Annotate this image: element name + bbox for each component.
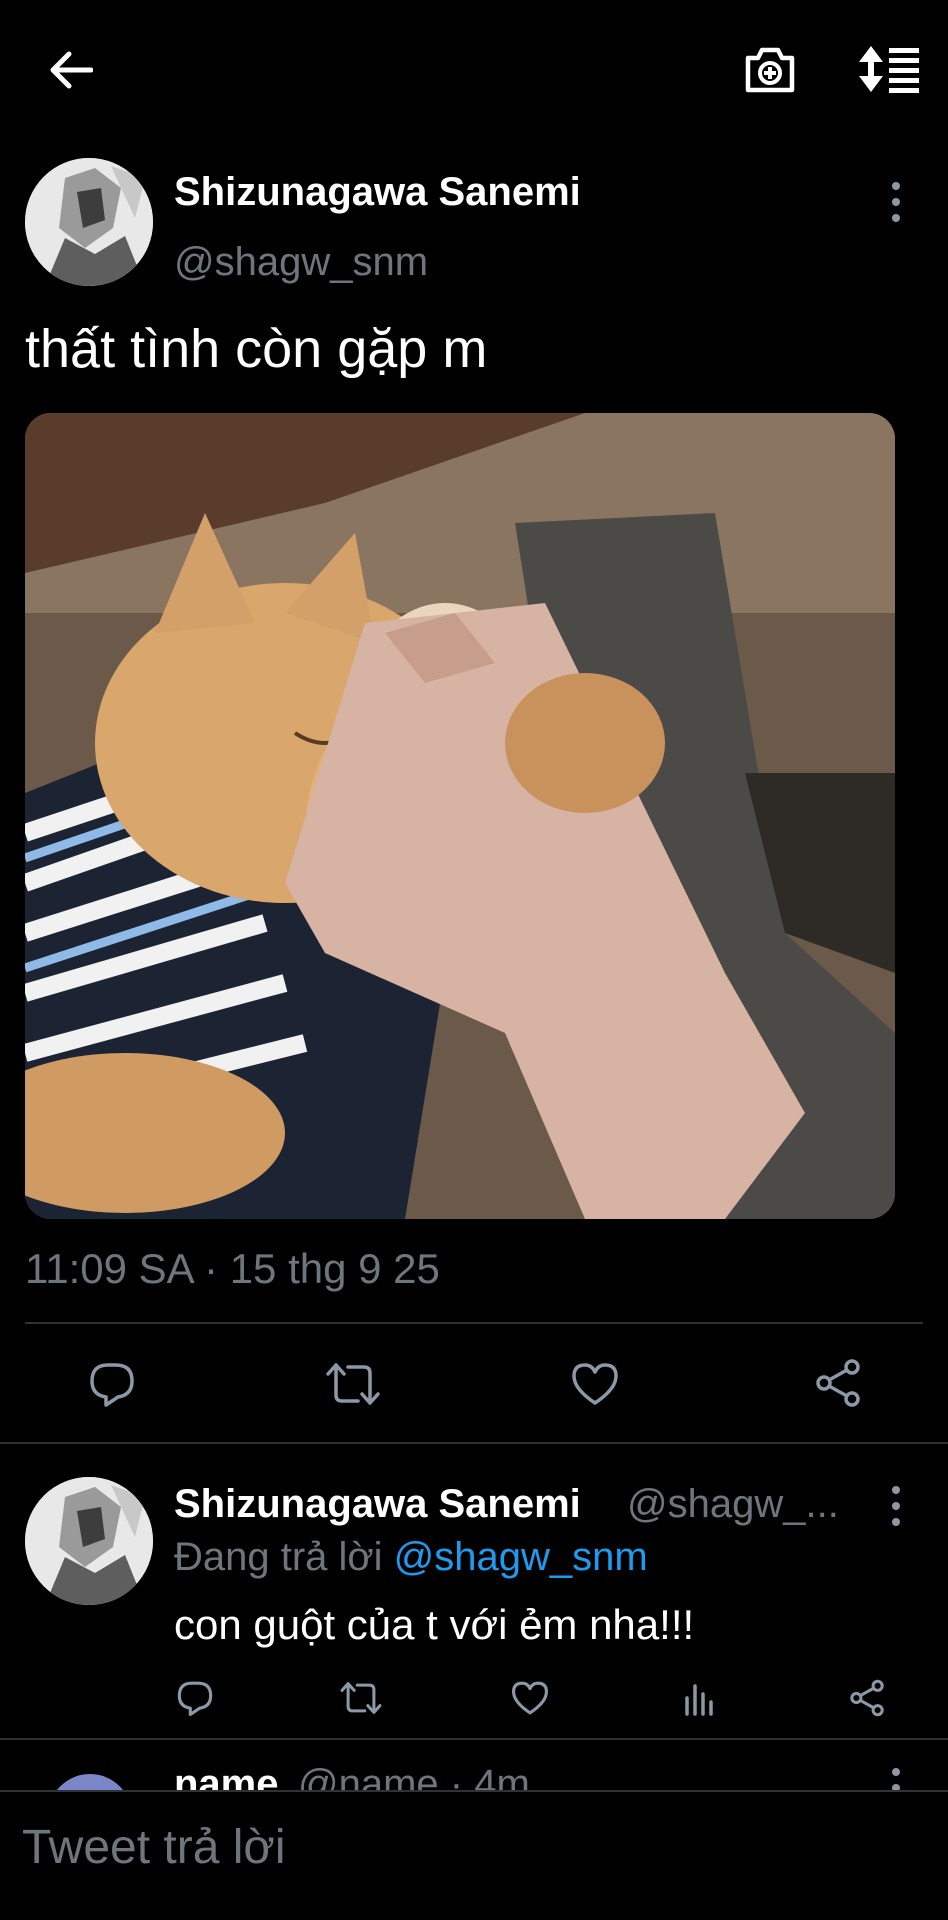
author-handle[interactable]: @shagw_snm [174, 240, 428, 285]
more-dot-icon [892, 1486, 900, 1494]
more-dot-icon [892, 182, 900, 190]
reply-author-handle[interactable]: @shagw_... [627, 1482, 839, 1527]
camera-button[interactable] [742, 44, 798, 96]
replying-to-line: Đang trả lời @shagw_snm [174, 1535, 648, 1580]
reply-share-button[interactable] [844, 1675, 890, 1721]
reply-more-options-button[interactable] [886, 1486, 906, 1526]
reply-like-button[interactable] [507, 1676, 553, 1720]
sort-button[interactable] [856, 44, 922, 94]
section-divider [0, 1442, 948, 1444]
sort-list-icon [859, 46, 919, 93]
retweet-icon [326, 1363, 380, 1405]
reply-icon [90, 1363, 134, 1407]
reply-button[interactable] [82, 1358, 142, 1410]
more-dot-icon [892, 198, 900, 206]
avatar-image [25, 158, 153, 286]
replying-to-mention[interactable]: @shagw_snm [394, 1535, 648, 1579]
reply-analytics-button[interactable] [677, 1676, 723, 1720]
author-avatar[interactable] [25, 158, 153, 286]
avatar-image [25, 1477, 153, 1605]
author-name[interactable]: Shizunagawa Sanemi [174, 170, 581, 215]
replying-to-prefix: Đang trả lời [174, 1535, 383, 1579]
arrow-left-icon [50, 51, 93, 89]
share-button[interactable] [808, 1356, 868, 1410]
tweet-timestamp[interactable]: 11:09 SA · 15 thg 9 25 [25, 1245, 440, 1293]
reply-text: con guột của t với ẻm nha!!! [174, 1601, 695, 1648]
tweet-text: thất tình còn gặp m [25, 319, 488, 379]
reply-reply-button[interactable] [172, 1676, 218, 1720]
divider [25, 1322, 923, 1324]
reply-input-placeholder[interactable]: Tweet trả lời [22, 1820, 286, 1875]
tweet-photo[interactable] [25, 413, 895, 1219]
more-options-button[interactable] [886, 182, 906, 222]
more-dot-icon [892, 214, 900, 222]
back-button[interactable] [40, 45, 100, 95]
share-icon [850, 1679, 884, 1717]
reply-author-avatar[interactable] [25, 1477, 153, 1605]
camera-plus-icon [745, 47, 795, 93]
more-dot-icon [892, 1768, 900, 1776]
more-dot-icon [892, 1502, 900, 1510]
share-icon [816, 1359, 860, 1407]
reply-icon [177, 1681, 213, 1716]
cat-photo-image [25, 413, 895, 1219]
retweet-icon [340, 1682, 382, 1714]
reply-composer[interactable]: Tweet trả lời [0, 1790, 948, 1920]
reply-author-name[interactable]: Shizunagawa Sanemi [174, 1482, 581, 1527]
more-dot-icon [892, 1518, 900, 1526]
like-button[interactable] [565, 1358, 625, 1410]
retweet-button[interactable] [322, 1358, 384, 1410]
top-bar [0, 0, 948, 140]
analytics-icon [685, 1684, 713, 1716]
reply-retweet-button[interactable] [337, 1676, 385, 1720]
section-divider [0, 1738, 948, 1740]
like-icon [572, 1363, 618, 1405]
like-icon [512, 1681, 548, 1715]
